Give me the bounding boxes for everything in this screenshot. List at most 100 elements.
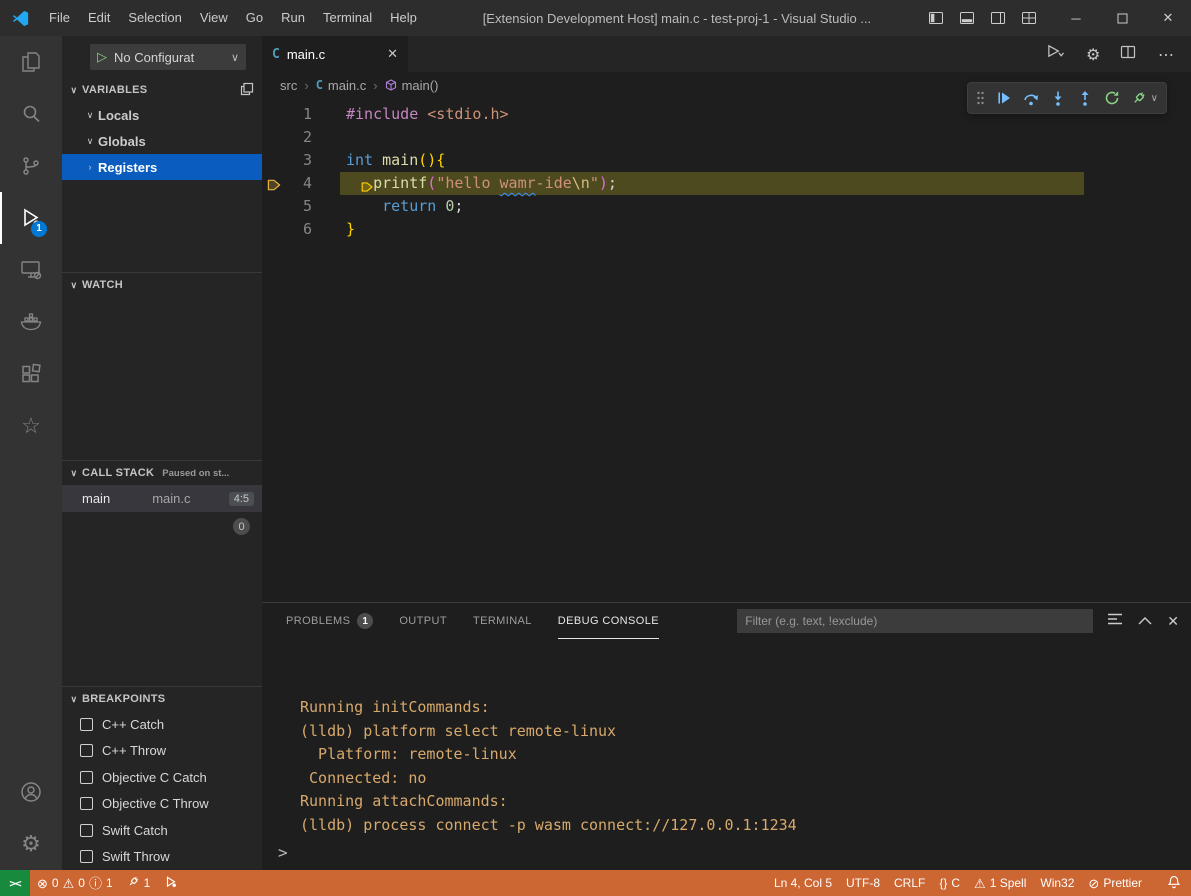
- menu-help[interactable]: Help: [381, 0, 426, 36]
- source-control-icon[interactable]: [0, 140, 62, 192]
- code-text: int main(){: [346, 149, 445, 172]
- breakpoints-section-header[interactable]: ∨ BREAKPOINTS: [62, 687, 262, 711]
- settings-gear-icon[interactable]: ⚙: [0, 818, 62, 870]
- console-filter-input[interactable]: [737, 609, 1093, 633]
- breakpoint-item-objective-c-catch[interactable]: Objective C Catch: [62, 764, 262, 791]
- code-token: [436, 197, 445, 215]
- code-text: #include <stdio.h>: [346, 103, 509, 126]
- menu-run[interactable]: Run: [272, 0, 314, 36]
- breakpoint-item-c-throw[interactable]: C++ Throw: [62, 738, 262, 765]
- toolbar-grip-icon[interactable]: [976, 90, 985, 106]
- checkbox-unchecked[interactable]: [80, 744, 93, 757]
- error-count: 0: [52, 876, 59, 890]
- menubar: FileEditSelectionViewGoRunTerminalHelp: [40, 0, 426, 36]
- variables-item-locals[interactable]: ∨Locals: [62, 102, 262, 128]
- panel-tab-terminal[interactable]: TERMINAL: [473, 603, 532, 639]
- menu-file[interactable]: File: [40, 0, 79, 36]
- code-line-3[interactable]: 3int main(){: [262, 149, 1191, 172]
- close-panel-icon[interactable]: ✕: [1167, 613, 1179, 630]
- breadcrumb-item-main-c[interactable]: Cmain.c: [316, 78, 367, 93]
- tab-close-icon[interactable]: ✕: [387, 46, 398, 62]
- chevron-down-icon: ∨: [231, 51, 239, 64]
- chevron-down-icon[interactable]: ∨: [1151, 93, 1158, 104]
- close-button[interactable]: ✕: [1145, 0, 1191, 36]
- star-icon[interactable]: ☆: [0, 400, 62, 452]
- editor-settings-gear-icon[interactable]: ⚙: [1081, 44, 1103, 64]
- watch-section-header[interactable]: ∨ WATCH: [62, 273, 262, 297]
- checkbox-unchecked[interactable]: [80, 718, 93, 731]
- checkbox-unchecked[interactable]: [80, 771, 93, 784]
- checkbox-unchecked[interactable]: [80, 850, 93, 863]
- remote-explorer-icon[interactable]: [0, 244, 62, 296]
- debug-console-output[interactable]: Running initCommands:(lldb) platform sel…: [262, 639, 1191, 884]
- checkbox-unchecked[interactable]: [80, 797, 93, 810]
- start-debug-icon[interactable]: ▷: [97, 49, 107, 65]
- restart-icon[interactable]: [1104, 90, 1120, 106]
- stack-frame-row[interactable]: main main.c 4:5: [62, 485, 262, 512]
- split-editor-icon[interactable]: [1120, 44, 1136, 65]
- step-over-icon[interactable]: [1023, 90, 1039, 106]
- console-options-icon[interactable]: [1107, 612, 1123, 631]
- breakpoint-item-swift-throw[interactable]: Swift Throw: [62, 844, 262, 871]
- search-icon[interactable]: [0, 88, 62, 140]
- run-and-debug-icon[interactable]: 1: [0, 192, 62, 244]
- toggle-secondary-sidebar-icon[interactable]: [990, 10, 1006, 26]
- step-out-icon[interactable]: [1077, 90, 1093, 106]
- code-line-5[interactable]: 5 return 0;: [262, 195, 1191, 218]
- debug-status[interactable]: [157, 870, 185, 896]
- more-actions-icon[interactable]: ⋯: [1153, 44, 1175, 64]
- debug-config-dropdown[interactable]: ▷ No Configurat ∨: [90, 44, 246, 70]
- remote-indicator[interactable]: ><: [0, 870, 30, 896]
- minimize-button[interactable]: ─: [1053, 0, 1099, 36]
- panel-tab-bar: PROBLEMS1 OUTPUT TERMINAL DEBUG CONSOLE ✕: [262, 603, 1191, 639]
- code-line-2[interactable]: 2: [262, 126, 1191, 149]
- run-file-icon[interactable]: [1047, 44, 1064, 64]
- variables-item-registers[interactable]: ›Registers: [62, 154, 262, 180]
- breakpoint-item-objective-c-throw[interactable]: Objective C Throw: [62, 791, 262, 818]
- checkbox-unchecked[interactable]: [80, 824, 93, 837]
- customize-layout-icon[interactable]: [1021, 10, 1037, 26]
- panel-tab-output[interactable]: OUTPUT: [399, 603, 447, 639]
- toggle-panel-icon[interactable]: [959, 10, 975, 26]
- code-line-6[interactable]: 6}: [262, 218, 1191, 241]
- accounts-icon[interactable]: [0, 766, 62, 818]
- code-editor[interactable]: 1#include <stdio.h>23int main(){4 printf…: [262, 98, 1191, 602]
- explorer-icon[interactable]: [0, 36, 62, 88]
- panel-tab-problems[interactable]: PROBLEMS1: [286, 603, 373, 639]
- disconnect-icon[interactable]: [1131, 90, 1147, 106]
- extensions-icon[interactable]: [0, 348, 62, 400]
- gutter-spacer: [312, 172, 346, 195]
- variables-item-globals[interactable]: ∨Globals: [62, 128, 262, 154]
- code-line-4[interactable]: 4 printf("hello wamr-ide\n");: [262, 172, 1191, 195]
- menu-go[interactable]: Go: [237, 0, 272, 36]
- window-title: [Extension Development Host] main.c - te…: [426, 11, 928, 26]
- variables-section-header[interactable]: ∨ VARIABLES: [62, 78, 262, 102]
- docker-icon[interactable]: [0, 296, 62, 348]
- step-into-icon[interactable]: [1050, 90, 1066, 106]
- maximize-panel-icon[interactable]: [1138, 612, 1152, 630]
- breadcrumb-label: main.c: [328, 78, 366, 93]
- ports-status[interactable]: 1: [120, 870, 158, 896]
- code-token: return: [382, 197, 436, 215]
- breadcrumb-item-src[interactable]: src: [280, 78, 297, 93]
- menu-terminal[interactable]: Terminal: [314, 0, 381, 36]
- code-token: [373, 151, 382, 169]
- variables-actions-icon[interactable]: [240, 82, 254, 99]
- continue-icon[interactable]: [996, 90, 1012, 106]
- breakpoint-item-c-catch[interactable]: C++ Catch: [62, 711, 262, 738]
- menu-edit[interactable]: Edit: [79, 0, 119, 36]
- panel-tab-debug-console[interactable]: DEBUG CONSOLE: [558, 603, 659, 639]
- problems-status[interactable]: ⊗ 0 ⚠ 0 ⓘ 1: [30, 870, 120, 896]
- gutter-spacer: [312, 195, 346, 218]
- tab-main-c[interactable]: C main.c ✕: [262, 36, 408, 72]
- menu-selection[interactable]: Selection: [119, 0, 190, 36]
- call-stack-count-badge: 0: [233, 518, 250, 535]
- call-stack-section-header[interactable]: ∨ CALL STACK Paused on st...: [62, 461, 262, 485]
- toggle-sidebar-icon[interactable]: [928, 10, 944, 26]
- console-input-prompt[interactable]: >: [278, 843, 288, 862]
- maximize-button[interactable]: [1099, 0, 1145, 36]
- breadcrumb-item-main[interactable]: main(): [385, 78, 439, 93]
- workbench: 1 ☆ ⚙ ▷ No Configurat ∨ ∨ VARIABLES: [0, 36, 1191, 870]
- menu-view[interactable]: View: [191, 0, 237, 36]
- breakpoint-item-swift-catch[interactable]: Swift Catch: [62, 817, 262, 844]
